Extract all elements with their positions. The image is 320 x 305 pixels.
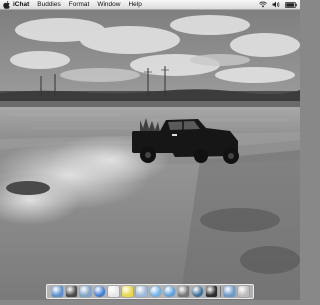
dock bbox=[46, 284, 254, 299]
ical-icon[interactable] bbox=[107, 286, 119, 297]
itunes-icon[interactable] bbox=[163, 286, 175, 297]
status-tray bbox=[259, 1, 300, 8]
finder-icon[interactable] bbox=[51, 286, 63, 297]
wifi-icon[interactable] bbox=[259, 1, 267, 8]
ichat-icon[interactable] bbox=[149, 286, 161, 297]
menu-window[interactable]: Window bbox=[93, 0, 124, 10]
volume-icon[interactable] bbox=[272, 1, 280, 8]
menu-format[interactable]: Format bbox=[65, 0, 94, 10]
system-preferences-icon[interactable] bbox=[177, 286, 189, 297]
documents-folder-icon[interactable] bbox=[223, 286, 235, 297]
time-machine-icon[interactable] bbox=[191, 286, 203, 297]
menu-buddies[interactable]: Buddies bbox=[33, 0, 65, 10]
menu-help[interactable]: Help bbox=[124, 0, 145, 10]
safari-icon[interactable] bbox=[93, 286, 105, 297]
stickies-icon[interactable] bbox=[121, 286, 133, 297]
menu-ichat[interactable]: iChat bbox=[11, 0, 33, 10]
dashboard-icon[interactable] bbox=[65, 286, 77, 297]
app-store-icon[interactable] bbox=[205, 286, 217, 297]
menu-bar: iChat Buddies Format Window Help bbox=[0, 0, 300, 10]
battery-icon[interactable] bbox=[285, 1, 297, 8]
apple-icon[interactable] bbox=[2, 0, 11, 10]
mail-icon[interactable] bbox=[79, 286, 91, 297]
desktop-wallpaper bbox=[0, 0, 300, 300]
trash-icon[interactable] bbox=[237, 286, 249, 297]
preview-icon[interactable] bbox=[135, 286, 147, 297]
dock-separator bbox=[219, 286, 221, 297]
